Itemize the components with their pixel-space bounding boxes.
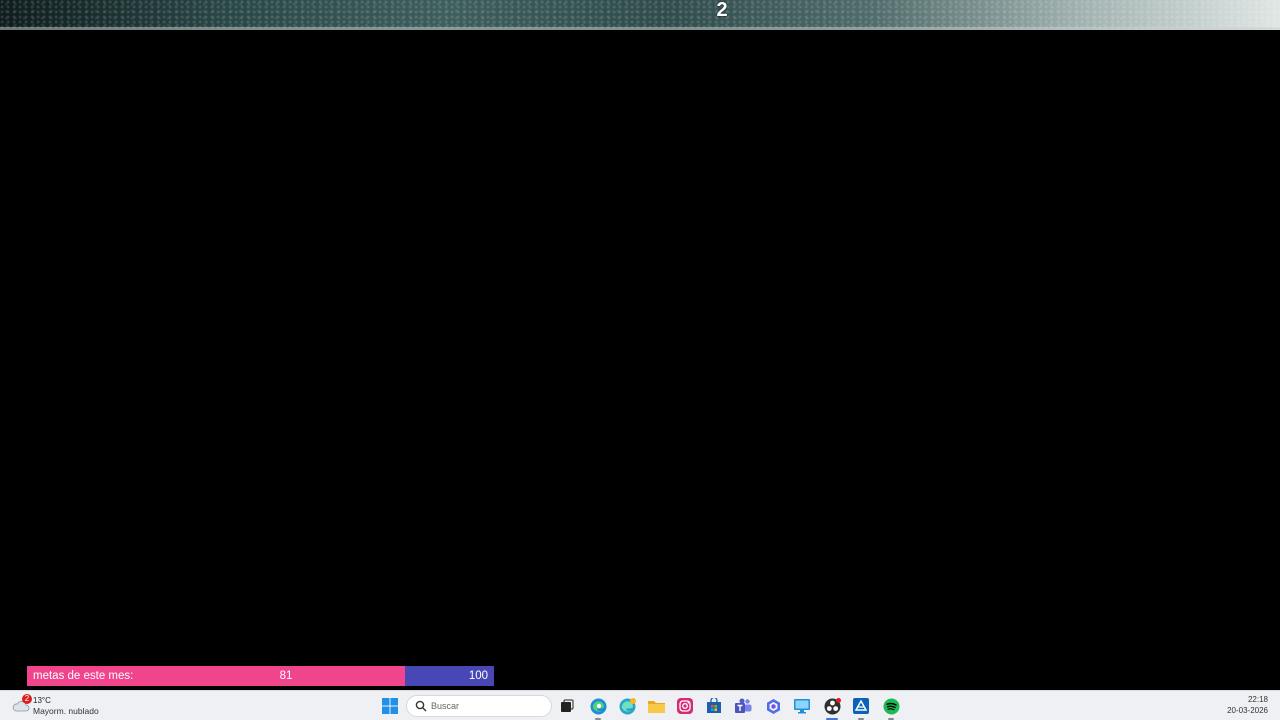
clock-date: 20-03-2026 bbox=[1227, 706, 1268, 715]
instagram-button[interactable] bbox=[674, 695, 696, 717]
file-explorer-button[interactable] bbox=[645, 695, 667, 717]
instagram-icon bbox=[677, 698, 693, 714]
edge-beta-button[interactable] bbox=[616, 695, 638, 717]
obs-button[interactable] bbox=[821, 695, 843, 720]
task-view-button[interactable] bbox=[556, 695, 578, 717]
copilot-button[interactable] bbox=[762, 695, 784, 717]
goal-current-value: 81 bbox=[279, 670, 293, 682]
weather-temperature: 13°C bbox=[33, 696, 51, 705]
desktop-screen: 2 metas de este mes: 81 100 2 13°C Mayor… bbox=[0, 0, 1280, 720]
teams-icon bbox=[734, 698, 751, 713]
overlay-counter: 2 bbox=[716, 0, 728, 21]
weather-widget[interactable]: 2 13°C Mayorm. nublado bbox=[10, 693, 130, 719]
search-placeholder: Buscar bbox=[431, 701, 460, 711]
spotify-button[interactable] bbox=[880, 695, 902, 720]
obs-icon bbox=[824, 697, 841, 714]
store-icon bbox=[707, 698, 721, 713]
goal-label: metas de este mes: bbox=[33, 670, 134, 682]
search-box[interactable]: Buscar bbox=[406, 695, 552, 717]
goal-target-value: 100 bbox=[468, 670, 488, 682]
top-banner-image bbox=[0, 0, 1280, 30]
data-studio-icon bbox=[853, 698, 869, 714]
edge-beta-icon bbox=[619, 697, 636, 714]
copilot-icon bbox=[766, 698, 780, 714]
monthly-goal-bar: metas de este mes: 81 100 bbox=[27, 666, 494, 686]
spotify-icon bbox=[883, 698, 899, 714]
banner-texture bbox=[0, 0, 1280, 30]
windows-logo-icon bbox=[382, 698, 398, 714]
clock-time: 22:18 bbox=[1247, 695, 1268, 704]
store-button[interactable] bbox=[703, 695, 725, 717]
search-icon bbox=[415, 700, 427, 712]
weather-description: Mayorm. nublado bbox=[33, 706, 99, 716]
azure-data-studio-button[interactable] bbox=[850, 695, 872, 720]
banner-edge bbox=[0, 27, 1280, 30]
edge-icon bbox=[590, 698, 606, 714]
teams-button[interactable] bbox=[732, 695, 754, 717]
folder-icon bbox=[647, 701, 665, 713]
system-clock[interactable]: 22:18 20-03-2026 bbox=[1208, 695, 1268, 716]
notification-badge: 2 bbox=[22, 694, 32, 704]
taskbar: 2 13°C Mayorm. nublado Buscar 22:18 20-0… bbox=[0, 690, 1280, 720]
start-button[interactable] bbox=[379, 695, 401, 717]
remote-desktop-button[interactable] bbox=[791, 695, 813, 717]
task-view-icon bbox=[561, 699, 574, 712]
edge-button[interactable] bbox=[587, 695, 609, 720]
monitor-icon bbox=[794, 698, 810, 713]
